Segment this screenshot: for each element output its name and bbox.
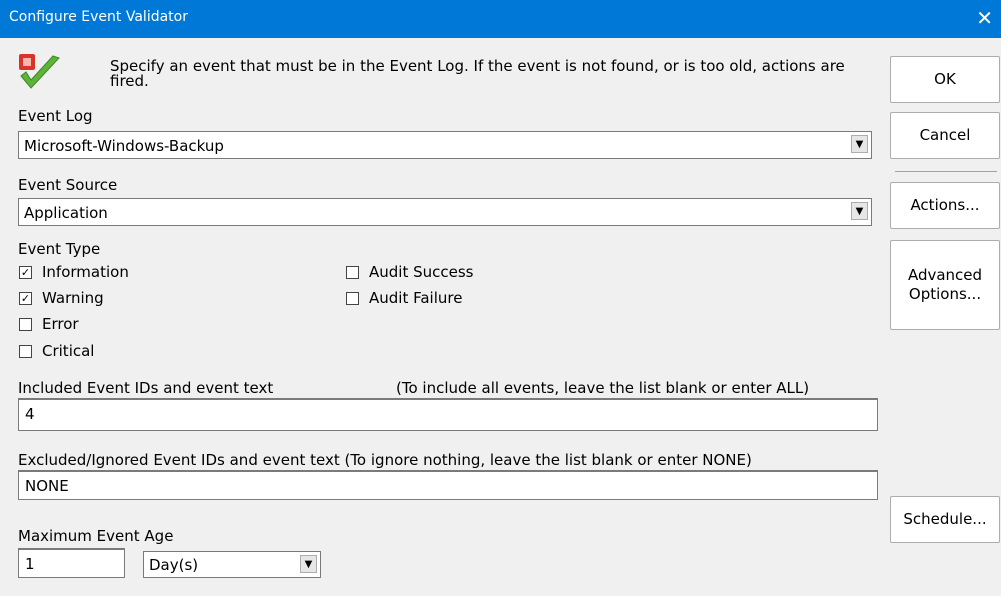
cancel-button[interactable]: Cancel [890, 112, 1000, 159]
checkbox-label: Audit Success [369, 263, 474, 281]
checkbox-box[interactable] [19, 344, 32, 358]
close-icon[interactable]: ✕ [976, 6, 993, 30]
checkbox-error[interactable]: Error [19, 315, 79, 333]
max-age-unit-value: Day(s) [149, 556, 199, 574]
checkbox-critical[interactable]: Critical [19, 342, 94, 360]
checkbox-label: Warning [42, 289, 104, 307]
max-age-label: Maximum Event Age [18, 527, 174, 545]
button-divider [895, 171, 997, 172]
schedule-button[interactable]: Schedule... [890, 496, 1000, 543]
checkbox-box[interactable]: ✓ [19, 291, 32, 305]
included-ids-value: 4 [25, 405, 35, 423]
advanced-options-button[interactable]: Advanced Options... [890, 240, 1000, 330]
included-ids-hint: (To include all events, leave the list b… [396, 379, 810, 397]
event-log-label: Event Log [18, 107, 93, 125]
title-bar: Configure Event Validator ✕ [0, 0, 1001, 38]
window-title: Configure Event Validator [9, 9, 188, 25]
checkbox-label: Information [42, 263, 129, 281]
dropdown-arrow-icon[interactable]: ▼ [300, 555, 317, 573]
checkbox-warning[interactable]: ✓ Warning [19, 289, 104, 307]
included-ids-label: Included Event IDs and event text [18, 379, 274, 397]
event-source-dropdown[interactable]: Application ▼ [18, 198, 872, 226]
checkbox-label: Critical [42, 342, 95, 360]
event-source-label: Event Source [18, 176, 118, 194]
checkbox-label: Audit Failure [369, 289, 463, 307]
event-log-dropdown[interactable]: Microsoft-Windows-Backup ▼ [18, 131, 872, 159]
dropdown-arrow-icon[interactable]: ▼ [851, 202, 868, 220]
checkbox-box[interactable] [19, 317, 32, 331]
description-text: Specify an event that must be in the Eve… [110, 57, 845, 90]
event-log-value: Microsoft-Windows-Backup [24, 137, 224, 155]
actions-button[interactable]: Actions... [890, 182, 1000, 229]
max-age-unit-dropdown[interactable]: Day(s) ▼ [143, 551, 321, 578]
checkbox-box[interactable] [346, 265, 359, 279]
checkbox-audit-failure[interactable]: Audit Failure [346, 289, 462, 307]
included-ids-input[interactable]: 4 [18, 398, 878, 431]
checkbox-box[interactable]: ✓ [19, 265, 32, 279]
event-type-label: Event Type [18, 240, 101, 258]
checkmark-icon [17, 52, 63, 92]
ok-button[interactable]: OK [890, 56, 1000, 103]
checkbox-information[interactable]: ✓ Information [19, 263, 129, 281]
excluded-ids-value: NONE [25, 477, 69, 495]
max-age-value: 1 [25, 555, 35, 573]
checkbox-audit-success[interactable]: Audit Success [346, 263, 474, 281]
checkbox-box[interactable] [346, 291, 359, 305]
max-age-input[interactable]: 1 [18, 548, 125, 578]
event-source-value: Application [24, 204, 108, 222]
checkbox-label: Error [42, 315, 79, 333]
excluded-ids-input[interactable]: NONE [18, 470, 878, 500]
dropdown-arrow-icon[interactable]: ▼ [851, 135, 868, 153]
excluded-ids-label: Excluded/Ignored Event IDs and event tex… [18, 451, 752, 469]
